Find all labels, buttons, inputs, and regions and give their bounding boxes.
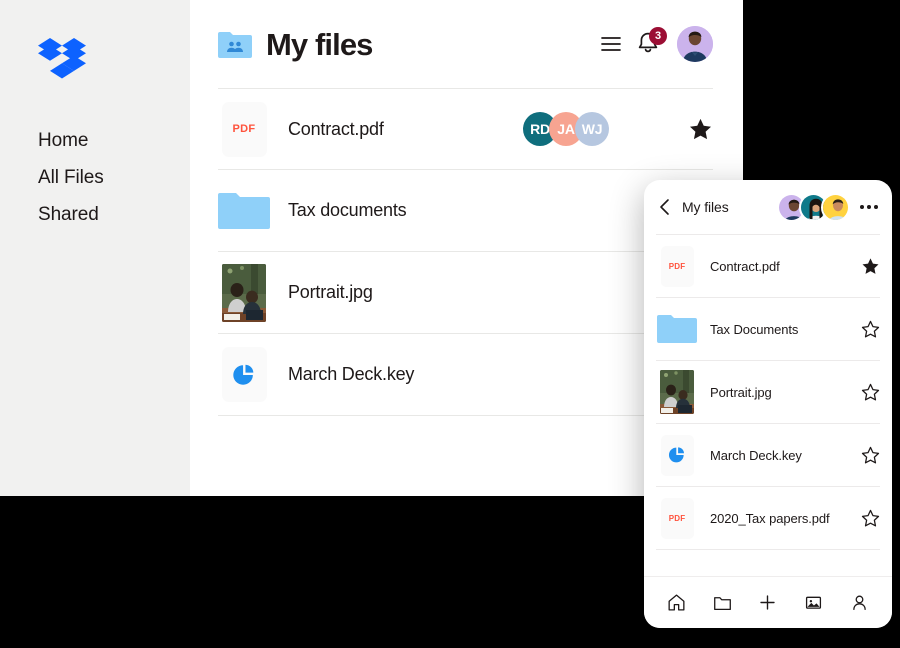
hamburger-menu-icon — [601, 36, 621, 52]
member-avatar-3[interactable] — [821, 193, 850, 222]
sidebar-nav: Home All Files Shared — [38, 122, 178, 233]
pdf-icon-label: PDF — [233, 123, 256, 135]
file-name: Portrait.jpg — [710, 385, 772, 400]
mobile-header: My files — [644, 180, 892, 234]
back-chevron-icon[interactable] — [658, 198, 672, 216]
pdf-file-icon: PDF — [656, 495, 698, 541]
pdf-icon-label: PDF — [669, 262, 686, 271]
more-options-icon[interactable] — [858, 201, 880, 213]
bell-wrap: 3 — [637, 31, 661, 57]
content-header: My files — [190, 0, 743, 88]
list-item[interactable]: Portrait.jpg — [656, 360, 880, 423]
file-name: Contract.pdf — [710, 259, 780, 274]
table-row[interactable]: March Deck.key — [218, 334, 713, 416]
sidebar-item-all-files[interactable]: All Files — [38, 159, 178, 196]
tab-create[interactable] — [751, 586, 785, 620]
screen: Home All Files Shared My files — [0, 0, 900, 648]
folder-icon — [218, 183, 270, 239]
file-name: 2020_Tax papers.pdf — [710, 511, 830, 526]
star-outline-icon — [861, 383, 880, 402]
file-name: March Deck.key — [710, 448, 802, 463]
shared-folder-icon — [218, 30, 252, 58]
photo-thumbnail-icon — [218, 265, 270, 321]
file-name: Contract.pdf — [288, 119, 384, 140]
list-end-divider — [656, 549, 880, 550]
star-outline-icon — [861, 320, 880, 339]
file-name: Tax documents — [288, 200, 406, 221]
star-button[interactable] — [860, 508, 880, 528]
folder-icon — [713, 593, 732, 612]
star-button[interactable] — [860, 445, 880, 465]
keynote-file-icon — [218, 347, 270, 403]
list-item[interactable]: PDF 2020_Tax papers.pdf — [656, 486, 880, 549]
header-actions: 3 — [601, 26, 713, 62]
file-name: March Deck.key — [288, 364, 414, 385]
pdf-file-icon: PDF — [218, 101, 270, 157]
pdf-file-icon: PDF — [656, 243, 698, 289]
home-icon — [667, 593, 686, 612]
table-row[interactable]: Tax documents — [218, 170, 713, 252]
notifications-button[interactable]: 3 — [637, 31, 661, 57]
page-title: My files — [266, 29, 373, 60]
star-button[interactable] — [860, 319, 880, 339]
star-button[interactable] — [860, 256, 880, 276]
star-button[interactable] — [860, 382, 880, 402]
notification-badge: 3 — [649, 27, 667, 45]
list-item[interactable]: PDF Contract.pdf — [656, 234, 880, 297]
file-name: Portrait.jpg — [288, 282, 373, 303]
mobile-title: My files — [682, 199, 729, 215]
folder-icon — [656, 306, 698, 352]
desktop-window: Home All Files Shared My files — [0, 0, 743, 496]
plus-icon — [758, 593, 777, 612]
member-avatars[interactable] — [777, 193, 850, 222]
collaborator-avatar[interactable]: WJ — [575, 112, 609, 146]
sidebar-item-shared[interactable]: Shared — [38, 196, 178, 233]
dropbox-logo[interactable] — [38, 38, 86, 80]
sidebar: Home All Files Shared — [0, 0, 190, 496]
mobile-header-right — [777, 193, 880, 222]
image-icon — [804, 593, 823, 612]
pdf-icon-label: PDF — [669, 514, 686, 523]
star-button[interactable] — [687, 116, 713, 142]
photo-thumbnail-icon — [656, 369, 698, 415]
list-item[interactable]: Tax Documents — [656, 297, 880, 360]
tab-files[interactable] — [705, 586, 739, 620]
star-filled-icon — [688, 117, 713, 142]
keynote-file-icon — [656, 432, 698, 478]
user-avatar[interactable] — [677, 26, 713, 62]
mobile-panel: My files — [644, 180, 892, 628]
table-row[interactable]: Portrait.jpg — [218, 252, 713, 334]
table-row[interactable]: PDF Contract.pdf RD JA WJ — [218, 88, 713, 170]
star-filled-icon — [861, 257, 880, 276]
tab-photos[interactable] — [797, 586, 831, 620]
list-item[interactable]: March Deck.key — [656, 423, 880, 486]
mobile-file-list: PDF Contract.pdf Tax Docum — [644, 234, 892, 550]
star-outline-icon — [861, 509, 880, 528]
hamburger-menu-button[interactable] — [601, 36, 621, 52]
sidebar-item-home[interactable]: Home — [38, 122, 178, 159]
collaborator-avatars[interactable]: RD JA WJ — [523, 112, 609, 146]
tab-home[interactable] — [660, 586, 694, 620]
tab-account[interactable] — [842, 586, 876, 620]
star-outline-icon — [861, 446, 880, 465]
person-icon — [850, 593, 869, 612]
file-name: Tax Documents — [710, 322, 798, 337]
mobile-tabbar — [644, 576, 892, 628]
